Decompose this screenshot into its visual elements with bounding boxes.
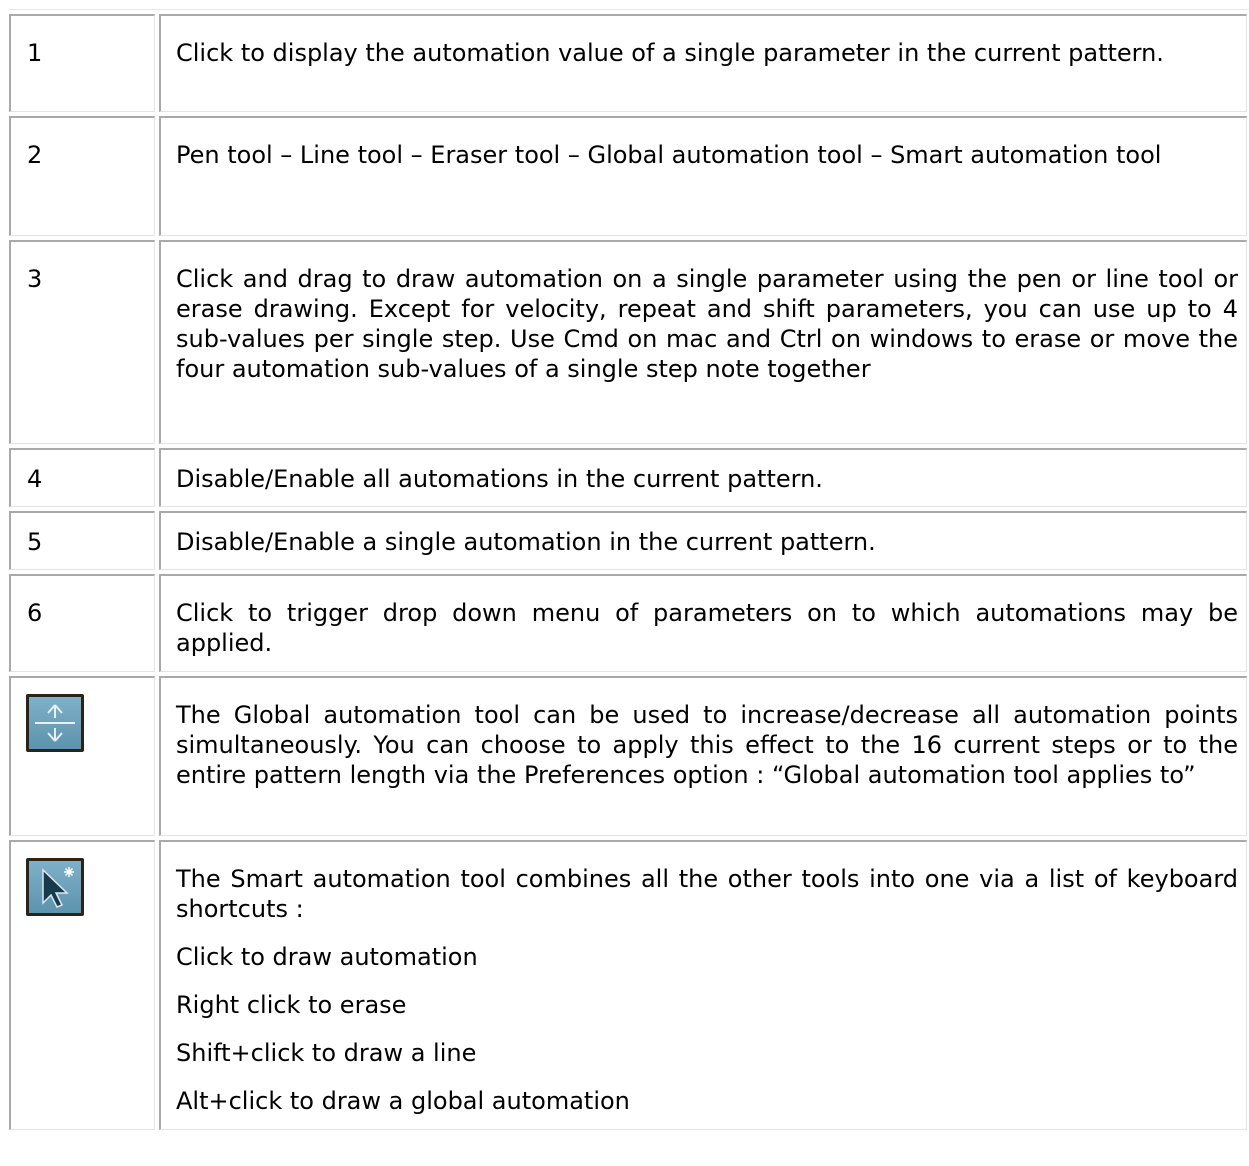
table-row: The Smart automation tool combines all t… (9, 840, 1249, 1130)
row-description: The Smart automation tool combines all t… (159, 840, 1247, 1130)
description-text: Disable/Enable a single automation in th… (176, 528, 876, 556)
automation-help-table: 1 Click to display the automation value … (9, 9, 1249, 1130)
row-number: 1 (9, 14, 155, 112)
description-text: The Smart automation tool combines all t… (176, 865, 1238, 923)
row-description: Click and drag to draw automation on a s… (159, 240, 1247, 444)
description-text: Disable/Enable all automations in the cu… (176, 465, 823, 493)
row-icon-cell (9, 676, 155, 836)
table-row: 1 Click to display the automation value … (9, 14, 1249, 112)
row-number: 4 (9, 448, 155, 507)
shortcut-text: Alt+click to draw a global automation (176, 1087, 630, 1115)
shortcut-text: Click to draw automation (176, 943, 478, 971)
global-automation-tool-icon (26, 694, 84, 752)
row-number: 6 (9, 574, 155, 672)
table-row: 2 Pen tool – Line tool – Eraser tool – G… (9, 116, 1249, 236)
row-number: 2 (9, 116, 155, 236)
table-row: 3 Click and drag to draw automation on a… (9, 240, 1249, 444)
row-number: 5 (9, 511, 155, 570)
row-description: The Global automation tool can be used t… (159, 676, 1247, 836)
row-description: Pen tool – Line tool – Eraser tool – Glo… (159, 116, 1247, 236)
row-description: Click to trigger drop down menu of param… (159, 574, 1247, 672)
table-row: The Global automation tool can be used t… (9, 676, 1249, 836)
description-text: The Global automation tool can be used t… (176, 701, 1238, 789)
row-description: Disable/Enable a single automation in th… (159, 511, 1247, 570)
description-text: Pen tool – Line tool – Eraser tool – Glo… (176, 141, 1162, 169)
shortcut-text: Right click to erase (176, 991, 407, 1019)
table-row: 6 Click to trigger drop down menu of par… (9, 574, 1249, 672)
row-description: Click to display the automation value of… (159, 14, 1247, 112)
description-text: Click and drag to draw automation on a s… (176, 265, 1238, 383)
shortcut-text: Shift+click to draw a line (176, 1039, 477, 1067)
table-row: 5 Disable/Enable a single automation in … (9, 511, 1249, 570)
row-description: Disable/Enable all automations in the cu… (159, 448, 1247, 507)
table-row: 4 Disable/Enable all automations in the … (9, 448, 1249, 507)
description-text: Click to display the automation value of… (176, 39, 1164, 67)
smart-automation-tool-icon (26, 858, 84, 916)
row-icon-cell (9, 840, 155, 1130)
description-text: Click to trigger drop down menu of param… (176, 599, 1238, 657)
row-number: 3 (9, 240, 155, 444)
